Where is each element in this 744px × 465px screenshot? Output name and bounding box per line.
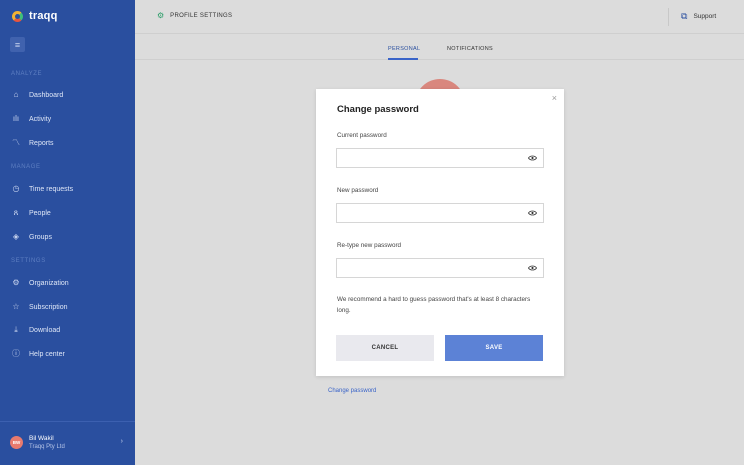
logo[interactable]: traqq <box>12 10 58 22</box>
sidebar-item-label: Organization <box>29 279 69 287</box>
sidebar-item-organization[interactable]: ⚙ Organization <box>12 277 69 289</box>
gear-icon: ⚙ <box>157 11 165 20</box>
close-icon[interactable]: × <box>552 93 557 103</box>
page-title: ⚙ PROFILE SETTINGS <box>157 12 232 20</box>
support-label: Support <box>693 13 717 20</box>
sidebar-item-label: Help center <box>29 350 65 358</box>
help-icon: ⓘ <box>12 349 20 358</box>
current-password-input[interactable] <box>337 151 543 170</box>
eye-icon[interactable] <box>528 265 537 271</box>
sidebar-item-download[interactable]: ⤓ Download <box>12 324 60 336</box>
section-label-settings: SETTINGS <box>11 258 46 264</box>
sidebar-item-label: Time requests <box>29 185 74 193</box>
sidebar-divider <box>0 421 135 422</box>
clock-icon: ◷ <box>12 184 20 193</box>
sidebar-item-label: Reports <box>29 139 54 147</box>
traqq-logo-icon <box>12 10 23 22</box>
sidebar-item-label: Download <box>29 326 61 334</box>
trend-icon: 〽 <box>12 138 20 147</box>
gear-icon: ⚙ <box>12 278 20 287</box>
download-icon: ⤓ <box>14 325 18 334</box>
section-label-analyze: ANALYZE <box>11 71 43 77</box>
new-password-field <box>336 203 544 225</box>
retype-password-label: Re-type new password <box>337 242 402 249</box>
sidebar-item-groups[interactable]: ◈ Groups <box>12 231 52 243</box>
password-hint: We recommend a hard to guess password th… <box>337 296 531 314</box>
sidebar-item-help-center[interactable]: ⓘ Help center <box>12 348 65 360</box>
chevron-right-icon: › <box>120 438 123 445</box>
tab-notifications[interactable]: NOTIFICATIONS <box>447 46 493 52</box>
sidebar-item-people[interactable]: ጸ People <box>12 207 51 219</box>
sidebar-item-reports[interactable]: 〽 Reports <box>12 137 54 149</box>
header-divider <box>668 8 669 26</box>
new-password-input[interactable] <box>337 206 543 225</box>
profile-tabs: PERSONAL NOTIFICATIONS <box>135 35 744 60</box>
home-icon: ⌂ <box>13 90 19 99</box>
sidebar-toggle-button[interactable]: ≡ <box>10 37 25 52</box>
support-button[interactable]: ⧉ Support <box>681 12 716 21</box>
sidebar-item-activity[interactable]: ılı Activity <box>12 113 51 125</box>
section-label-manage: MANAGE <box>11 164 41 170</box>
sidebar-item-label: Dashboard <box>29 91 64 99</box>
active-tab-indicator <box>388 58 418 60</box>
user-organization: Traqq Pty Ltd <box>29 444 65 450</box>
star-icon: ☆ <box>12 302 20 311</box>
people-icon: ጸ <box>13 208 19 217</box>
user-info: Bil Wakil Traqq Pty Ltd <box>29 435 65 450</box>
layers-icon: ◈ <box>12 232 20 241</box>
user-name: Bil Wakil <box>29 435 54 442</box>
page-title-text: PROFILE SETTINGS <box>170 13 233 19</box>
eye-icon[interactable] <box>528 155 537 161</box>
sidebar-item-time-requests[interactable]: ◷ Time requests <box>12 183 74 195</box>
new-password-label: New password <box>337 187 379 194</box>
avatar: BW <box>10 436 23 449</box>
sidebar-item-label: Activity <box>29 115 52 123</box>
cancel-button[interactable]: CANCEL <box>336 335 434 361</box>
current-password-field <box>336 148 544 170</box>
change-password-link[interactable]: Change password <box>328 388 376 394</box>
sidebar-item-dashboard[interactable]: ⌂ Dashboard <box>12 89 64 101</box>
current-password-label: Current password <box>337 132 387 139</box>
change-password-dialog: × Change password Current password New p… <box>316 89 564 376</box>
save-button[interactable]: SAVE <box>445 335 543 361</box>
tab-personal[interactable]: PERSONAL <box>388 46 420 52</box>
user-menu[interactable]: BW Bil Wakil Traqq Pty Ltd › <box>10 435 125 450</box>
sidebar-item-label: People <box>29 209 51 217</box>
bar-chart-icon: ılı <box>12 114 20 123</box>
sidebar-item-label: Subscription <box>29 303 68 311</box>
sidebar: traqq ≡ ANALYZE ⌂ Dashboard ılı Activity… <box>0 0 135 465</box>
logo-text: traqq <box>29 10 58 22</box>
retype-password-field <box>336 258 544 280</box>
sidebar-item-label: Groups <box>29 233 52 241</box>
header: ⚙ PROFILE SETTINGS ⧉ Support <box>135 0 744 34</box>
sidebar-item-subscription[interactable]: ☆ Subscription <box>12 301 68 313</box>
chat-icon: ⧉ <box>681 11 688 21</box>
eye-icon[interactable] <box>528 210 537 216</box>
retype-password-input[interactable] <box>337 261 543 280</box>
hamburger-icon: ≡ <box>14 39 21 50</box>
dialog-title: Change password <box>337 104 419 115</box>
